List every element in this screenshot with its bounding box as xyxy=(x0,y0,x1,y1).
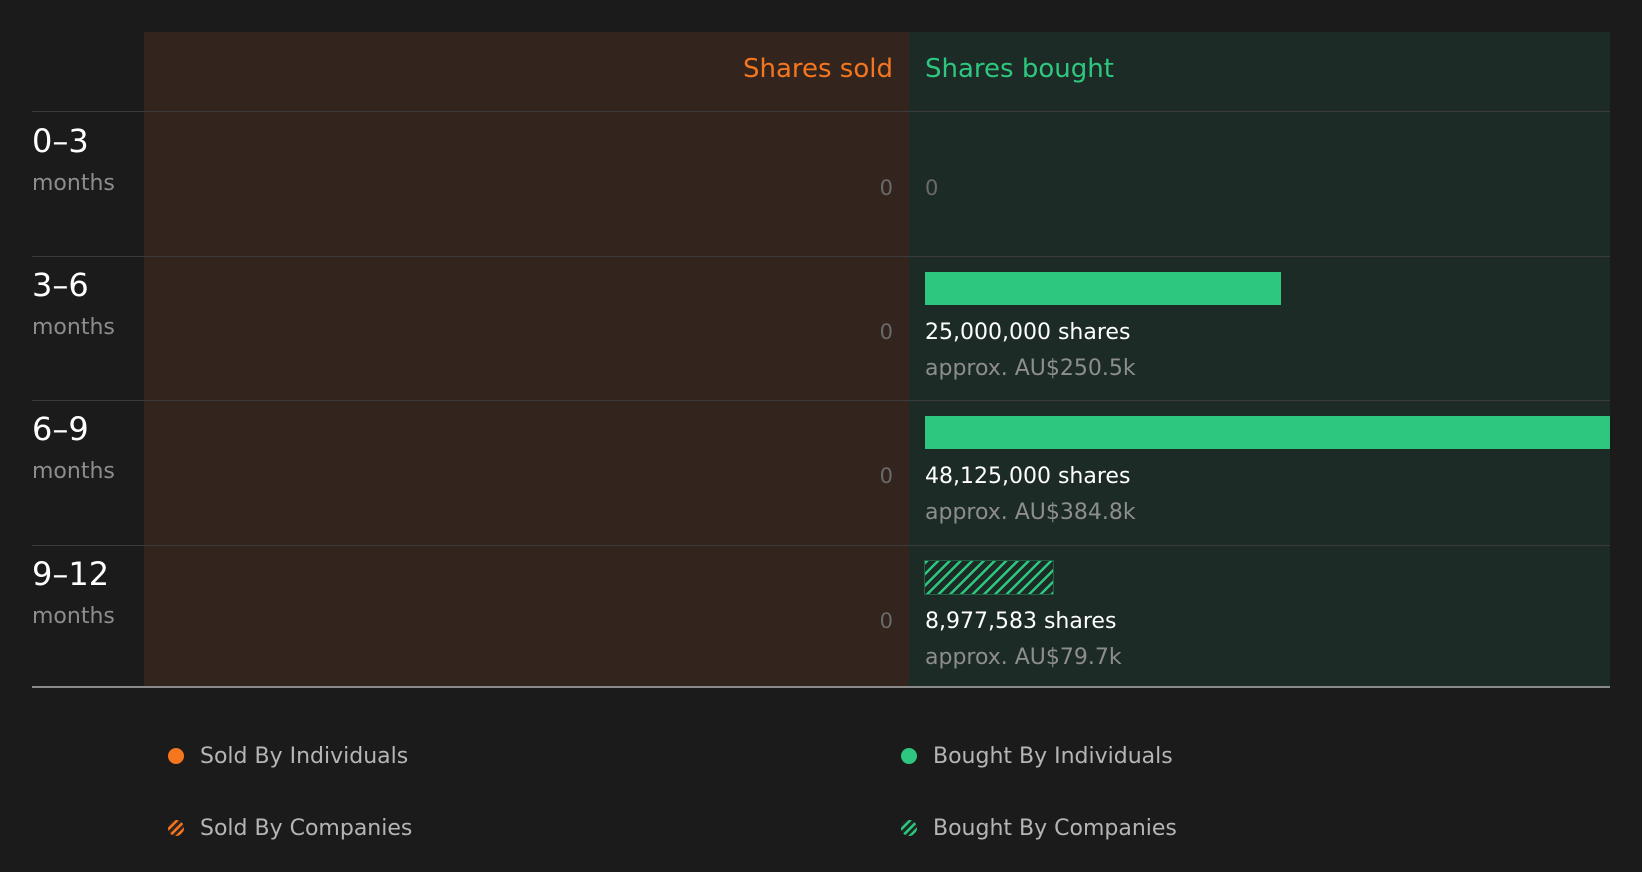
legend-swatch-bought-individuals xyxy=(901,748,917,764)
shares-sold-panel xyxy=(144,32,909,687)
legend-item-bought-by-companies: Bought By Companies xyxy=(901,814,1177,842)
legend-label: Bought By Individuals xyxy=(933,743,1173,769)
approx-value-label: approx. AU$250.5k xyxy=(925,356,1136,381)
bought-by-individuals-bar xyxy=(925,416,1610,449)
period-label: 9–12 xyxy=(32,555,110,593)
sold-value-label: 0 xyxy=(879,464,893,488)
legend-label: Sold By Individuals xyxy=(200,743,409,769)
legend-swatch-sold-companies xyxy=(168,820,184,836)
legend-swatch-sold-individuals xyxy=(168,748,184,764)
legend-item-sold-by-companies: Sold By Companies xyxy=(168,814,412,842)
sold-value-label: 0 xyxy=(879,176,893,200)
shares-sold-header: Shares sold xyxy=(742,54,893,84)
shares-count-label: 8,977,583 shares xyxy=(925,609,1117,634)
header-divider xyxy=(32,111,1610,112)
approx-value-label: approx. AU$384.8k xyxy=(925,500,1136,525)
bought-value-label: 0 xyxy=(925,176,939,200)
sold-value-label: 0 xyxy=(879,320,893,344)
legend-label: Sold By Companies xyxy=(200,815,413,841)
shares-count-label: 48,125,000 shares xyxy=(925,464,1131,489)
legend-item-bought-by-individuals: Bought By Individuals xyxy=(901,742,1173,770)
bought-by-individuals-bar xyxy=(925,272,1281,305)
shares-bought-header: Shares bought xyxy=(925,54,1114,84)
approx-value-label: approx. AU$79.7k xyxy=(925,645,1122,670)
period-unit-label: months xyxy=(32,604,115,629)
shares-count-label: 25,000,000 shares xyxy=(925,320,1131,345)
period-label: 0–3 xyxy=(32,122,89,160)
period-label: 6–9 xyxy=(32,410,89,448)
legend-swatch-bought-companies xyxy=(901,820,917,836)
row-divider xyxy=(32,545,1610,546)
period-unit-label: months xyxy=(32,171,115,196)
chart-baseline xyxy=(32,686,1610,688)
legend-item-sold-by-individuals: Sold By Individuals xyxy=(168,742,408,770)
period-label: 3–6 xyxy=(32,266,89,304)
period-unit-label: months xyxy=(32,315,115,340)
bought-by-companies-bar xyxy=(924,560,1054,595)
insider-trading-chart: Shares sold Shares bought 0–3 months 0 0… xyxy=(0,0,1642,872)
legend-label: Bought By Companies xyxy=(933,815,1177,841)
row-divider xyxy=(32,400,1610,401)
sold-value-label: 0 xyxy=(879,609,893,633)
period-unit-label: months xyxy=(32,459,115,484)
row-divider xyxy=(32,256,1610,257)
